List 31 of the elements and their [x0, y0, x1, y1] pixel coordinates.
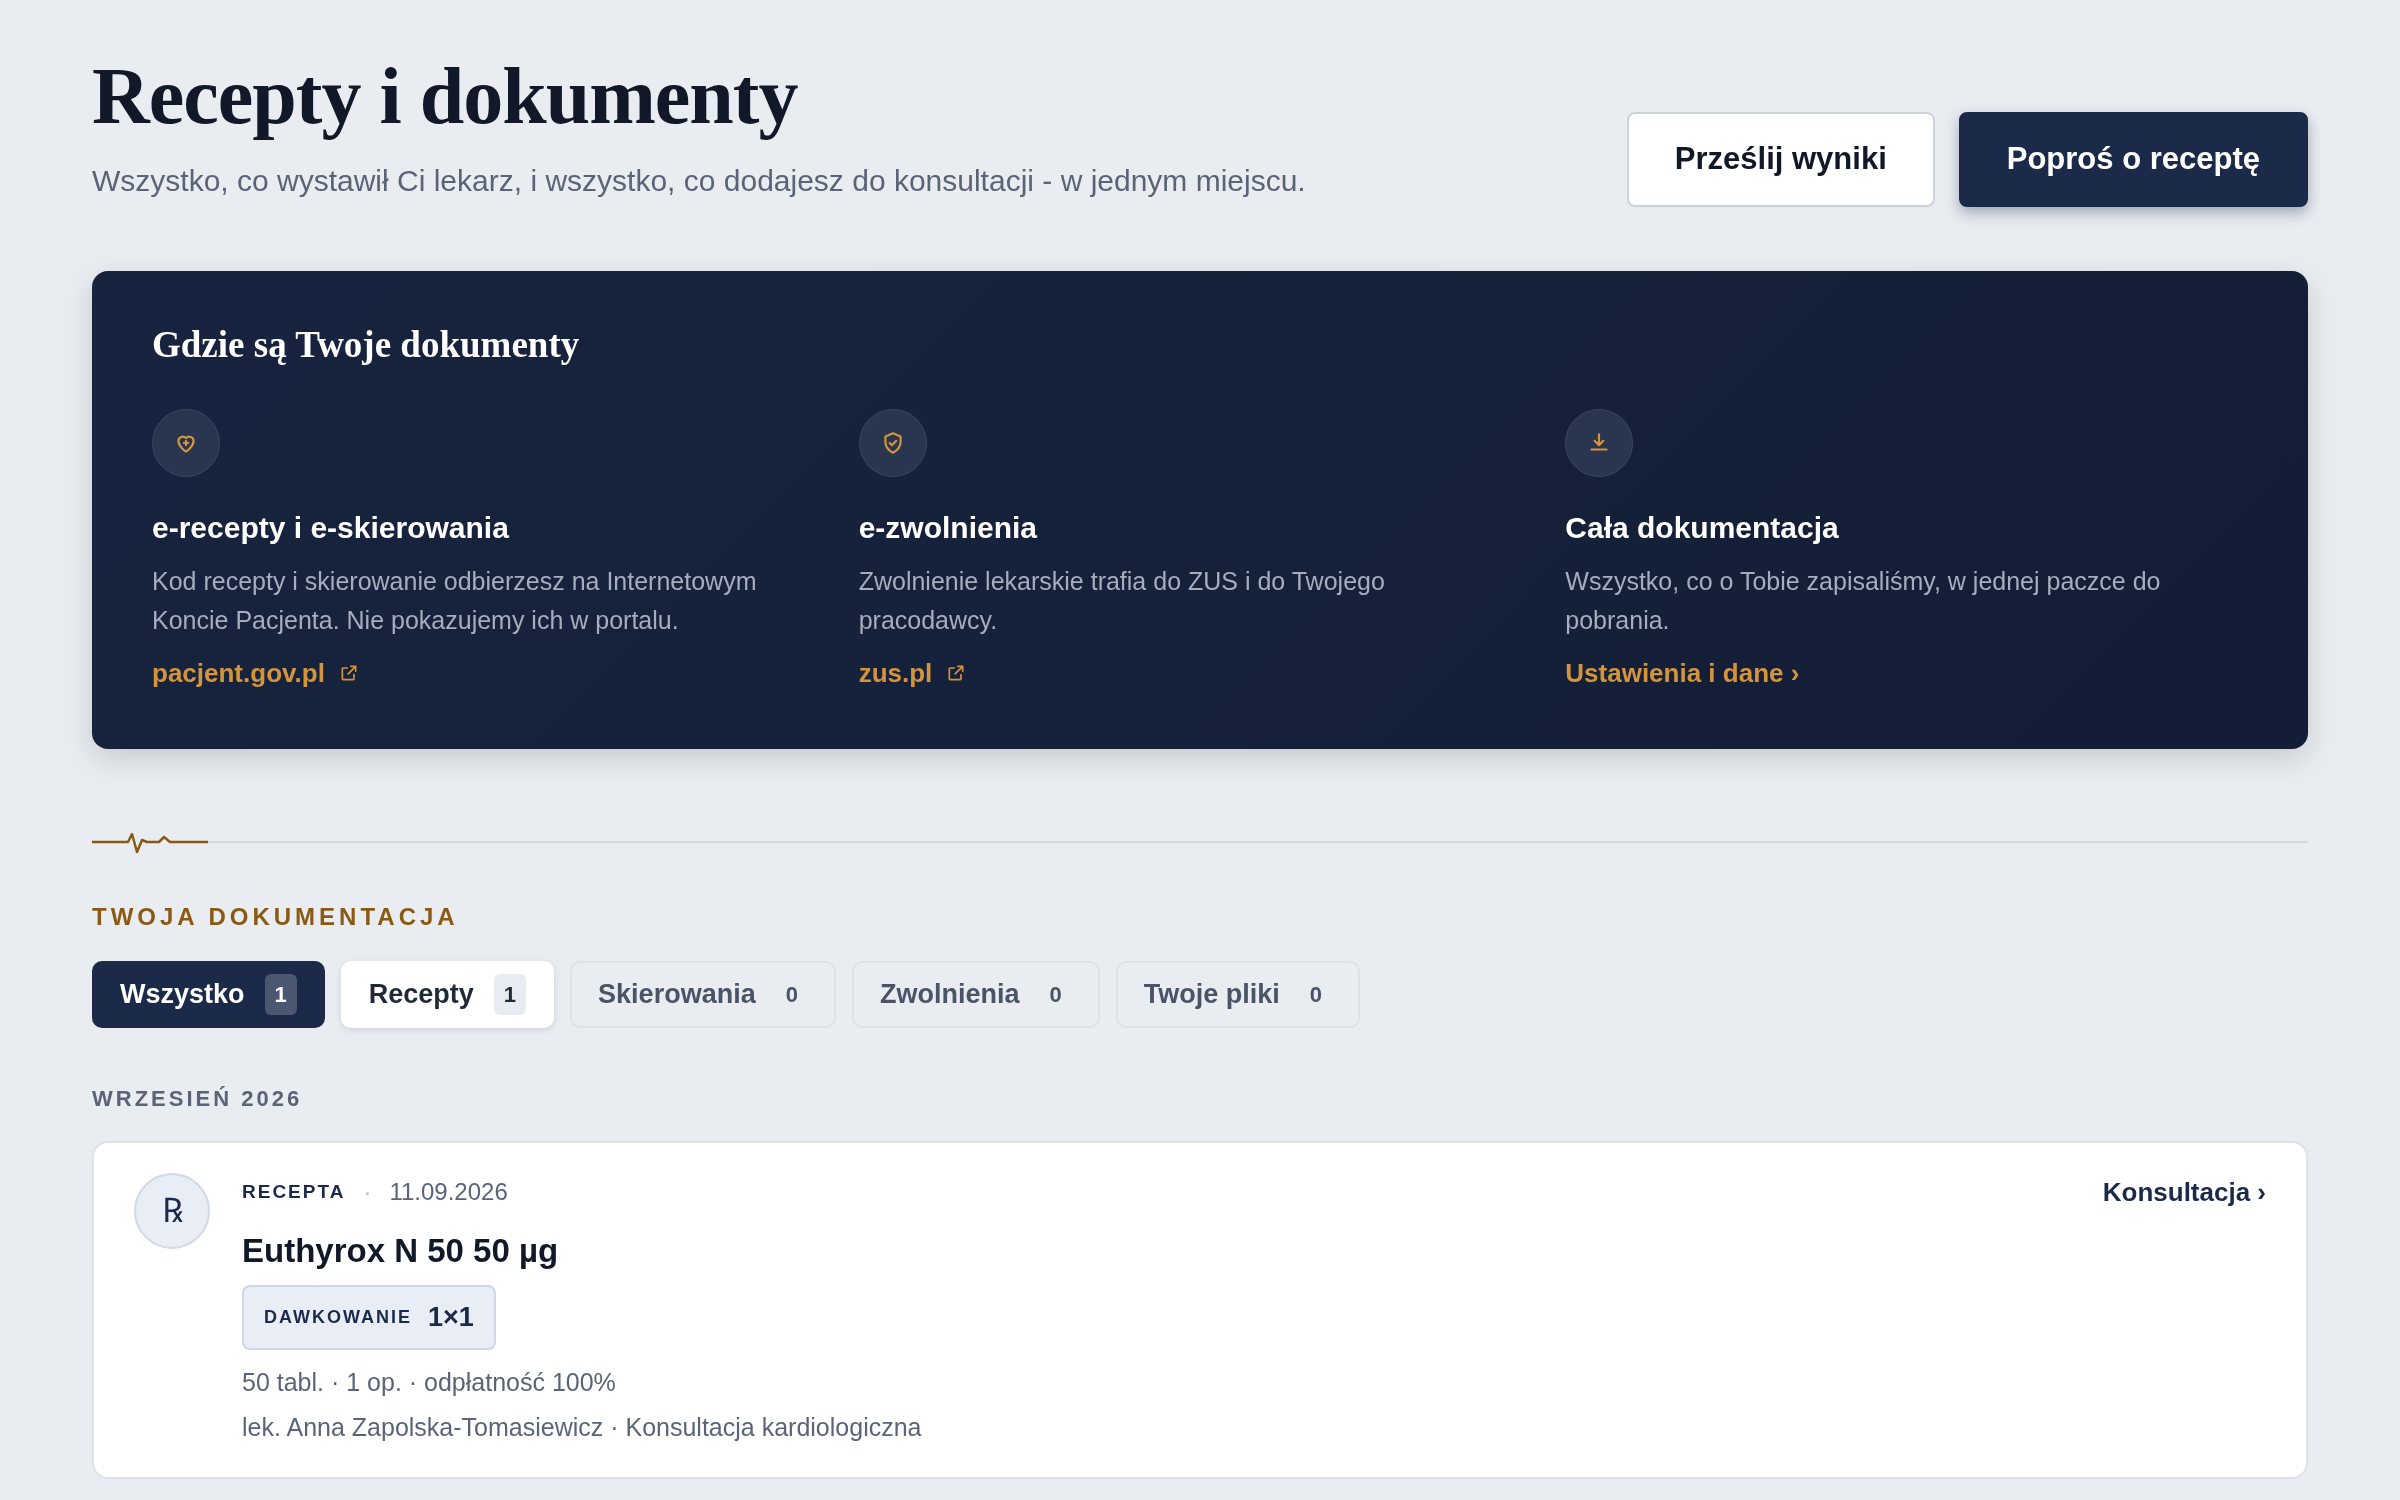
filter-tab[interactable]: Skierowania 0 — [570, 960, 836, 1028]
document-title: Euthyrox N 50 50 µg — [242, 1230, 560, 1271]
panel-title: Gdzie są Twoje dokumenty — [152, 323, 581, 367]
column-title: e-recepty i e-skierowania — [152, 509, 510, 546]
request-prescription-button[interactable]: Poproś o receptę — [1958, 112, 2308, 207]
section-label: TWOJA DOKUMENTACJA — [92, 901, 460, 932]
document-date: 11.09.2026 — [389, 1177, 508, 1207]
link[interactable]: Ustawienia i dane › — [1565, 653, 1800, 693]
link[interactable]: pacjent.gov.pl — [152, 653, 359, 693]
column-text: Wszystko, co o Tobie zapisaliśmy, w jednej paczce do pobrania. — [1565, 565, 2162, 636]
column-text: Kod recepty i skierowanie odbierzesz na Internetowym Koncie Pacjenta. Nie pokazujemy ich w portalu. — [152, 565, 758, 636]
document-type: RECEPTA — [242, 1179, 346, 1204]
rx-icon: ℞ — [134, 1172, 210, 1249]
upload-results-button[interactable]: Prześlij wyniki — [1626, 112, 1935, 207]
month-label: WRZESIEŃ 2026 — [92, 1084, 304, 1113]
consultation-link[interactable]: Konsultacja › — [2102, 1172, 2266, 1212]
document-details: 50 tabl. · 1 op. · odpłatność 100% — [242, 1366, 617, 1398]
filter-tab[interactable]: Zwolnienia 0 — [851, 960, 1100, 1028]
dot-separator: · — [363, 1177, 372, 1207]
filter-tab[interactable]: Recepty 1 — [340, 960, 555, 1028]
column-text: Zwolnienie lekarskie trafia do ZUS i do Twojego pracodawcy. — [858, 565, 1386, 636]
link[interactable]: zus.pl — [858, 653, 967, 693]
dosage-label: DAWKOWANIE — [264, 1305, 412, 1329]
filter-tab[interactable]: Twoje pliki 0 — [1115, 960, 1360, 1028]
doctor-info: lek. Anna Zapolska-Tomasiewicz · Konsultacja kardiologiczna — [242, 1412, 923, 1443]
external-link-icon — [946, 663, 967, 683]
page-subtitle: Wszystko, co wystawił Ci lekarz, i wszystko, co dodajesz do konsultacji - w jednym miejscu. — [92, 163, 1306, 199]
filter-tab[interactable]: Wszystko 1 — [92, 960, 325, 1028]
column-title: e-zwolnienia — [858, 509, 1038, 546]
column-title: Cała dokumentacja — [1565, 509, 1840, 546]
dosage-value: 1×1 — [428, 1301, 474, 1334]
